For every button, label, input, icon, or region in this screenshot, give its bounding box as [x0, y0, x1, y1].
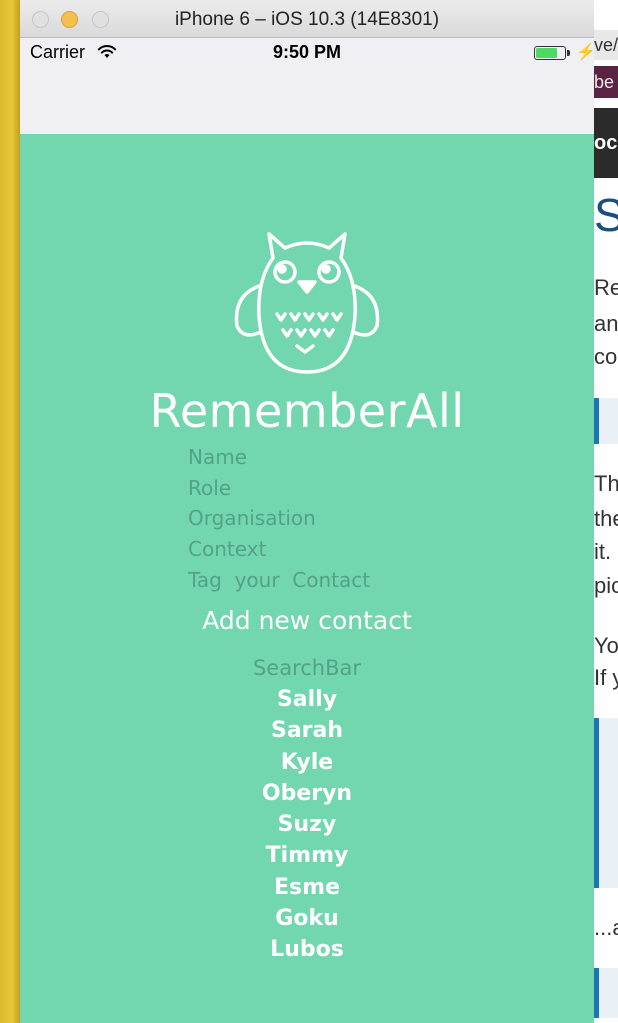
- background-browser-window[interactable]: ve/ be ocs S Re an co Th the it. pic Yo …: [594, 0, 618, 1023]
- app-title: RememberAll: [149, 384, 465, 438]
- browser-address-fragment[interactable]: ve/: [594, 30, 618, 60]
- browser-text-line: If y: [594, 665, 618, 690]
- desktop-background: [0, 0, 20, 1023]
- search-input[interactable]: [207, 654, 407, 682]
- browser-note-box: [594, 968, 618, 1018]
- contact-item[interactable]: Suzy: [20, 809, 594, 840]
- battery-icon: [534, 46, 570, 60]
- browser-note-box: [594, 398, 618, 444]
- navigation-bar: [20, 68, 594, 134]
- name-field[interactable]: [188, 443, 448, 471]
- browser-text-line: pic: [594, 573, 618, 598]
- context-field[interactable]: [188, 535, 448, 563]
- app-screen: RememberAll Add new contact Sally Sarah …: [20, 134, 594, 1023]
- browser-banner-fragment: be: [594, 66, 618, 98]
- browser-nav-fragment[interactable]: ocs: [594, 108, 618, 178]
- contact-list: Sally Sarah Kyle Oberyn Suzy Timmy Esme …: [20, 684, 594, 966]
- charging-bolt-icon: ⚡: [576, 44, 594, 61]
- contact-item[interactable]: Sarah: [20, 715, 594, 746]
- browser-text-line: Yo: [594, 633, 618, 658]
- contact-item[interactable]: Kyle: [20, 747, 594, 778]
- browser-text-line: the: [594, 506, 618, 531]
- browser-text-line: Re: [594, 275, 618, 300]
- browser-code-box: [594, 718, 618, 888]
- browser-heading-fragment: S: [594, 189, 618, 241]
- add-contact-button[interactable]: Add new contact: [20, 606, 594, 635]
- browser-text-line: it.: [594, 539, 612, 564]
- contact-item[interactable]: Lubos: [20, 934, 594, 965]
- contact-item[interactable]: Timmy: [20, 840, 594, 871]
- contact-item[interactable]: Goku: [20, 903, 594, 934]
- tag-field[interactable]: [188, 566, 448, 594]
- browser-text-line: co: [594, 344, 618, 369]
- owl-icon: [234, 232, 380, 374]
- browser-text-line: ...a: [594, 915, 618, 940]
- ios-status-bar: Carrier 9:50 PM ⚡: [20, 38, 594, 68]
- role-field[interactable]: [188, 474, 448, 502]
- contact-item[interactable]: Oberyn: [20, 778, 594, 809]
- browser-text-line: Th: [594, 471, 618, 496]
- window-title: iPhone 6 – iOS 10.3 (14E8301): [174, 9, 440, 30]
- organisation-field[interactable]: [188, 504, 448, 532]
- status-time: 9:50 PM: [272, 42, 342, 62]
- contact-item[interactable]: Esme: [20, 872, 594, 903]
- contact-item[interactable]: Sally: [20, 684, 594, 715]
- window-titlebar[interactable]: iPhone 6 – iOS 10.3 (14E8301): [20, 0, 594, 38]
- browser-text-line: an: [594, 311, 618, 336]
- simulator-window: iPhone 6 – iOS 10.3 (14E8301) Carrier 9:…: [20, 0, 594, 1023]
